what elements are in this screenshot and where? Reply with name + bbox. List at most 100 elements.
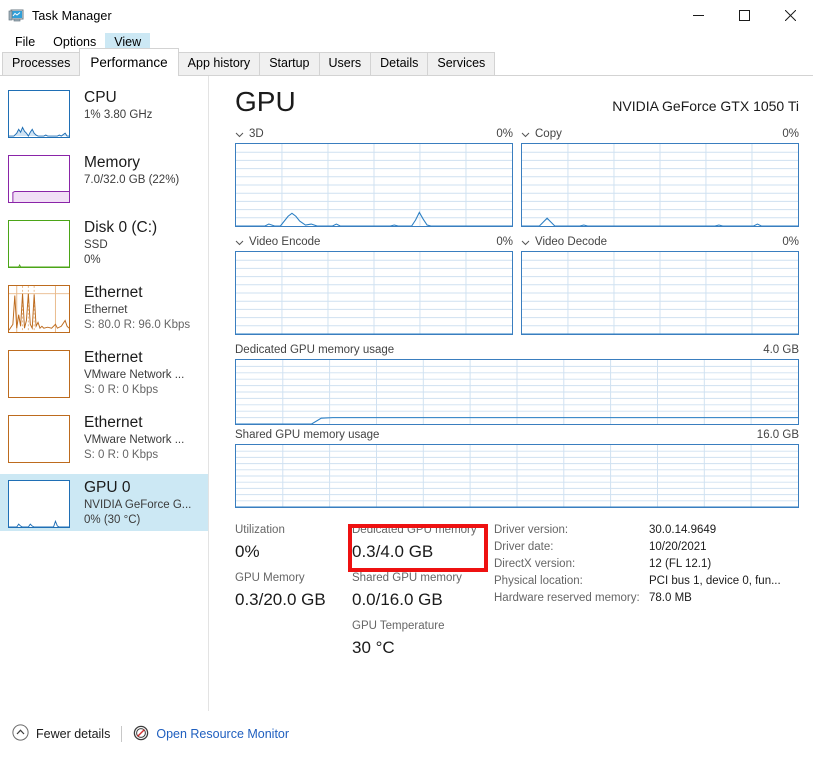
tab-users[interactable]: Users xyxy=(318,52,372,75)
title-bar: Task Manager xyxy=(0,0,813,31)
sidebar-item-memory[interactable]: Memory 7.0/32.0 GB (22%) xyxy=(0,149,208,206)
tab-app-history[interactable]: App history xyxy=(177,52,261,75)
ethernet-thumbnail-graph xyxy=(8,350,70,398)
driver-info-value: 30.0.14.9649 xyxy=(649,524,717,536)
sidebar-item-sub1: Ethernet xyxy=(84,304,128,316)
sidebar-item-label: Disk 0 (C:) xyxy=(84,219,158,236)
open-resource-monitor-link[interactable]: Open Resource Monitor xyxy=(133,725,289,744)
page-title: GPU xyxy=(235,86,296,117)
engine-value: 0% xyxy=(496,236,513,248)
driver-info-row: DirectX version: 12 (FL 12.1) xyxy=(494,556,781,573)
minimize-button[interactable] xyxy=(675,0,721,31)
engine-label-copy[interactable]: Copy 0% xyxy=(521,126,799,142)
tab-startup[interactable]: Startup xyxy=(259,52,320,75)
sidebar-item-label: Ethernet xyxy=(84,414,143,431)
engine-graph-row-1: 3D 0% Copy 0% xyxy=(235,126,799,227)
sidebar-item-sub1: SSD xyxy=(84,239,108,251)
maximize-button[interactable] xyxy=(721,0,767,31)
tab-performance[interactable]: Performance xyxy=(79,48,179,76)
resource-sidebar: CPU 1% 3.80 GHz Memory 7.0/32.0 GB (22%) xyxy=(0,76,209,752)
dedicated-memory-max: 4.0 GB xyxy=(763,344,799,356)
tab-processes[interactable]: Processes xyxy=(2,52,81,75)
driver-info-key: Physical location: xyxy=(494,575,583,587)
chevron-down-icon xyxy=(521,238,530,247)
driver-info-row: Driver version: 30.0.14.9649 xyxy=(494,522,781,539)
sidebar-item-ethernet-2[interactable]: Ethernet VMware Network ... S: 0 R: 0 Kb… xyxy=(0,344,208,401)
driver-info-row: Hardware reserved memory: 78.0 MB xyxy=(494,590,781,607)
driver-info-row: Driver date: 10/20/2021 xyxy=(494,539,781,556)
dedicated-gpu-memory-value: 0.3/4.0 GB xyxy=(352,542,434,561)
shared-memory-title: Shared GPU memory usage xyxy=(235,429,380,441)
shared-memory-graph xyxy=(235,444,799,508)
menu-item-file[interactable]: File xyxy=(6,33,44,52)
engine-value: 0% xyxy=(496,128,513,140)
sidebar-item-cpu[interactable]: CPU 1% 3.80 GHz xyxy=(0,84,208,141)
sidebar-item-ethernet-3[interactable]: Ethernet VMware Network ... S: 0 R: 0 Kb… xyxy=(0,409,208,466)
gpu-memory-value: 0.3/20.0 GB xyxy=(235,590,326,609)
dedicated-memory-section: Dedicated GPU memory usage 4.0 GB xyxy=(235,342,799,425)
sidebar-item-sub1: 1% 3.80 GHz xyxy=(84,109,153,121)
stats-column-1: Utilization 0% GPU Memory 0.3/20.0 GB xyxy=(235,522,352,666)
chevron-down-icon xyxy=(235,238,244,247)
sidebar-item-sub2: 0% (30 °C) xyxy=(84,514,141,526)
gpu-detail-panel: GPU NVIDIA GeForce GTX 1050 Ti 3D 0% Cop… xyxy=(209,76,813,752)
tab-strip: Processes Performance App history Startu… xyxy=(0,48,813,76)
shared-gpu-memory-label: Shared GPU memory xyxy=(352,572,462,584)
resource-monitor-icon xyxy=(133,725,149,744)
engine-name: Video Decode xyxy=(535,236,608,248)
device-name: NVIDIA GeForce GTX 1050 Ti xyxy=(612,98,799,114)
engine-graph-row-2: Video Encode 0% Video Decode 0% xyxy=(235,234,799,335)
tab-details[interactable]: Details xyxy=(370,52,429,75)
shared-memory-max: 16.0 GB xyxy=(756,429,799,441)
shared-memory-label-row: Shared GPU memory usage 16.0 GB xyxy=(235,427,799,443)
driver-info-table: Driver version: 30.0.14.9649 Driver date… xyxy=(494,522,781,666)
driver-info-key: Driver version: xyxy=(494,524,569,536)
sidebar-item-sub2: S: 80.0 R: 96.0 Kbps xyxy=(84,319,191,331)
engine-name: Copy xyxy=(535,128,562,140)
engine-label-video-encode[interactable]: Video Encode 0% xyxy=(235,234,513,250)
engine-value: 0% xyxy=(782,236,799,248)
sidebar-item-ethernet-1[interactable]: Ethernet Ethernet S: 80.0 R: 96.0 Kbps xyxy=(0,279,208,336)
gpu-temperature-label: GPU Temperature xyxy=(352,620,445,632)
sidebar-item-sub1: 7.0/32.0 GB (22%) xyxy=(84,174,180,186)
panel-header: GPU NVIDIA GeForce GTX 1050 Ti xyxy=(235,86,799,118)
driver-info-key: Driver date: xyxy=(494,541,554,553)
cpu-thumbnail-graph xyxy=(8,90,70,138)
fewer-details-button[interactable]: Fewer details xyxy=(12,724,110,744)
resource-monitor-label: Open Resource Monitor xyxy=(156,727,290,741)
tab-services[interactable]: Services xyxy=(427,52,496,75)
driver-info-value: 12 (FL 12.1) xyxy=(649,558,712,570)
chevron-down-icon xyxy=(521,130,530,139)
gpu-memory-label: GPU Memory xyxy=(235,572,305,584)
status-bar-divider xyxy=(121,726,123,742)
gpu-temperature-value: 30 °C xyxy=(352,638,395,657)
utilization-label: Utilization xyxy=(235,524,285,536)
sidebar-item-label: Ethernet xyxy=(84,284,143,301)
close-button[interactable] xyxy=(767,0,813,31)
shared-gpu-memory-value: 0.0/16.0 GB xyxy=(352,590,443,609)
chevron-down-icon xyxy=(235,130,244,139)
engine-name: 3D xyxy=(249,128,264,140)
engine-graph-3d xyxy=(235,143,513,227)
sidebar-item-label: Ethernet xyxy=(84,349,143,366)
shared-memory-section: Shared GPU memory usage 16.0 GB xyxy=(235,427,799,508)
sidebar-item-gpu0[interactable]: GPU 0 NVIDIA GeForce G... 0% (30 °C) xyxy=(0,474,208,531)
driver-info-key: Hardware reserved memory: xyxy=(494,592,640,604)
status-bar: Fewer details Open Resource Monitor xyxy=(0,711,813,757)
driver-info-value: 10/20/2021 xyxy=(649,541,707,553)
dedicated-gpu-memory-label: Dedicated GPU memory xyxy=(352,524,477,536)
engine-label-3d[interactable]: 3D 0% xyxy=(235,126,513,142)
window-controls xyxy=(675,0,813,31)
window-title: Task Manager xyxy=(32,8,112,23)
engine-graph-video-decode xyxy=(521,251,799,335)
sidebar-item-label: GPU 0 xyxy=(84,479,131,496)
engine-label-video-decode[interactable]: Video Decode 0% xyxy=(521,234,799,250)
sidebar-item-label: CPU xyxy=(84,89,117,106)
driver-info-value: PCI bus 1, device 0, fun... xyxy=(649,575,781,587)
sidebar-item-disk0[interactable]: Disk 0 (C:) SSD 0% xyxy=(0,214,208,271)
sidebar-item-sub2: S: 0 R: 0 Kbps xyxy=(84,449,159,461)
driver-info-key: DirectX version: xyxy=(494,558,576,570)
disk-thumbnail-graph xyxy=(8,220,70,268)
sidebar-item-sub1: NVIDIA GeForce G... xyxy=(84,499,192,511)
sidebar-item-sub1: VMware Network ... xyxy=(84,434,185,446)
